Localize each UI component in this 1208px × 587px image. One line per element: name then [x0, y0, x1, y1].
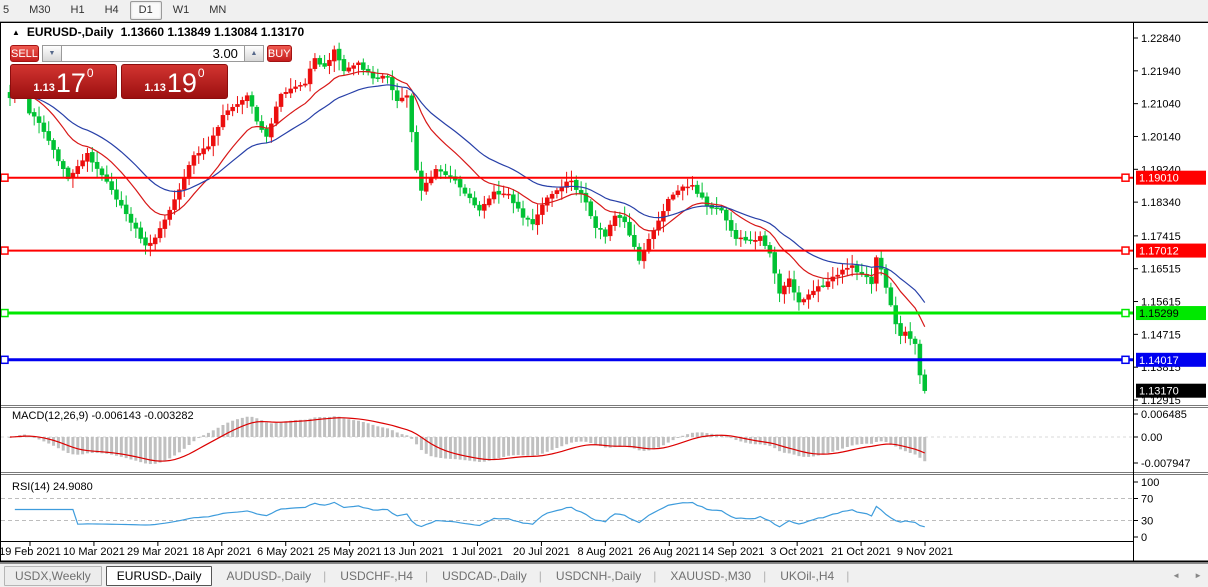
- date-tick-label: 18 Apr 2021: [192, 546, 251, 558]
- date-tick-label: 21 Oct 2021: [831, 546, 891, 558]
- tab-separator: |: [763, 569, 766, 583]
- svg-text:0.006485: 0.006485: [1141, 409, 1187, 421]
- timeframe-button-5[interactable]: 5: [0, 1, 18, 20]
- date-tick-label: 6 May 2021: [257, 546, 314, 558]
- sell-price-point: 0: [87, 66, 94, 80]
- date-tick-label: 8 Aug 2021: [578, 546, 634, 558]
- svg-text:1.14017: 1.14017: [1139, 355, 1179, 367]
- buy-price-pips: 19: [167, 71, 197, 96]
- rsi-indicator-label: RSI(14) 24.9080: [12, 481, 93, 493]
- svg-text:70: 70: [1141, 494, 1153, 506]
- volume-input[interactable]: [62, 45, 244, 62]
- timeframe-button-m30[interactable]: M30: [20, 1, 59, 20]
- chart-symbol-title: EURUSD-,Daily: [27, 25, 114, 39]
- date-tick-label: 25 May 2021: [318, 546, 382, 558]
- svg-text:-0.007947: -0.007947: [1141, 458, 1191, 470]
- chart-tab-eurusd-[interactable]: EURUSD-,Daily: [106, 566, 213, 586]
- date-tick-label: 19 Feb 2021: [0, 546, 61, 558]
- one-click-trading-panel: SELL ▼ ▲ BUY 1.13 17 0 1.13 19 0: [10, 45, 228, 99]
- price-tick-label: 1.17415: [1141, 231, 1181, 243]
- tab-separator: |: [653, 569, 656, 583]
- tab-separator: |: [539, 569, 542, 583]
- price-tick-label: 1.18340: [1141, 197, 1181, 209]
- axis-price-flag: 1.19010: [1136, 171, 1206, 185]
- date-tick-label: 14 Sep 2021: [702, 546, 764, 558]
- axis-price-flag: 1.15299: [1136, 306, 1206, 320]
- svg-text:1.19010: 1.19010: [1139, 173, 1179, 185]
- buy-price-point: 0: [198, 66, 205, 80]
- buy-price-button[interactable]: 1.13 19 0: [121, 64, 228, 99]
- chart-tab-usdcnh-[interactable]: USDCNH-,Daily: [546, 567, 651, 585]
- date-tick-label: 10 Mar 2021: [63, 546, 125, 558]
- tab-separator: |: [323, 569, 326, 583]
- volume-increase-button[interactable]: ▲: [244, 45, 264, 62]
- svg-text:0: 0: [1141, 532, 1147, 544]
- collapse-one-click-icon[interactable]: ▲: [12, 28, 20, 37]
- timeframe-button-w1[interactable]: W1: [164, 1, 199, 20]
- timeframe-button-h4[interactable]: H4: [96, 1, 128, 20]
- buy-price-prefix: 1.13: [144, 82, 165, 94]
- price-tick-label: 1.22840: [1141, 33, 1181, 45]
- date-tick-label: 1 Jul 2021: [452, 546, 503, 558]
- date-tick-label: 29 Mar 2021: [127, 546, 189, 558]
- date-tick-label: 3 Oct 2021: [770, 546, 824, 558]
- chart-tab-audusd-[interactable]: AUDUSD-,Daily: [216, 567, 321, 585]
- tab-scroll-right-icon[interactable]: ►: [1194, 571, 1202, 580]
- svg-text:1.15299: 1.15299: [1139, 308, 1179, 320]
- price-tick-label: 1.21040: [1141, 99, 1181, 111]
- sell-price-button[interactable]: 1.13 17 0: [10, 64, 117, 99]
- svg-text:0.00: 0.00: [1141, 432, 1162, 444]
- axis-price-flag: 1.17012: [1136, 244, 1206, 258]
- date-tick-label: 9 Nov 2021: [897, 546, 953, 558]
- timeframe-button-d1[interactable]: D1: [130, 1, 162, 20]
- svg-text:30: 30: [1141, 516, 1153, 528]
- chart-ohlc-values: 1.13660 1.13849 1.13084 1.13170: [121, 25, 305, 39]
- sell-price-prefix: 1.13: [33, 82, 54, 94]
- chart-tab-usdx[interactable]: USDX,Weekly: [4, 566, 102, 586]
- chart-tab-bar: USDX,WeeklyEURUSD-,DailyAUDUSD-,Daily|US…: [0, 563, 1208, 587]
- svg-text:1.13170: 1.13170: [1139, 386, 1179, 398]
- sell-price-pips: 17: [56, 71, 86, 96]
- axis-price-flag: 1.14017: [1136, 353, 1206, 367]
- date-tick-label: 26 Aug 2021: [638, 546, 700, 558]
- timeframe-button-h1[interactable]: H1: [62, 1, 94, 20]
- tab-separator: |: [846, 569, 849, 583]
- chart-tab-usdcad-[interactable]: USDCAD-,Daily: [432, 567, 537, 585]
- date-tick-label: 20 Jul 2021: [513, 546, 570, 558]
- axis-price-flag: 1.13170: [1136, 384, 1206, 398]
- volume-decrease-button[interactable]: ▼: [42, 45, 62, 62]
- macd-indicator-label: MACD(12,26,9) -0.006143 -0.003282: [12, 410, 194, 422]
- tab-separator: |: [425, 569, 428, 583]
- price-tick-label: 1.14715: [1141, 329, 1181, 341]
- timeframe-toolbar: 5M30H1H4D1W1MN: [0, 0, 1208, 22]
- date-tick-label: 13 Jun 2021: [383, 546, 444, 558]
- price-tick-label: 1.21940: [1141, 66, 1181, 78]
- chart-tab-usdchf-[interactable]: USDCHF-,H4: [330, 567, 423, 585]
- svg-text:100: 100: [1141, 477, 1159, 489]
- chart-tab-xauusd-[interactable]: XAUUSD-,M30: [660, 567, 761, 585]
- timeframe-button-mn[interactable]: MN: [200, 1, 235, 20]
- tab-scroll-left-icon[interactable]: ◄: [1172, 571, 1180, 580]
- price-tick-label: 1.16515: [1141, 264, 1181, 276]
- buy-button[interactable]: BUY: [267, 45, 292, 62]
- svg-text:1.17012: 1.17012: [1139, 246, 1179, 258]
- sell-button[interactable]: SELL: [10, 45, 39, 62]
- chart-tab-ukoil-[interactable]: UKOil-,H4: [770, 567, 844, 585]
- chart-header: ▲ EURUSD-,Daily 1.13660 1.13849 1.13084 …: [12, 25, 304, 39]
- price-tick-label: 1.20140: [1141, 131, 1181, 143]
